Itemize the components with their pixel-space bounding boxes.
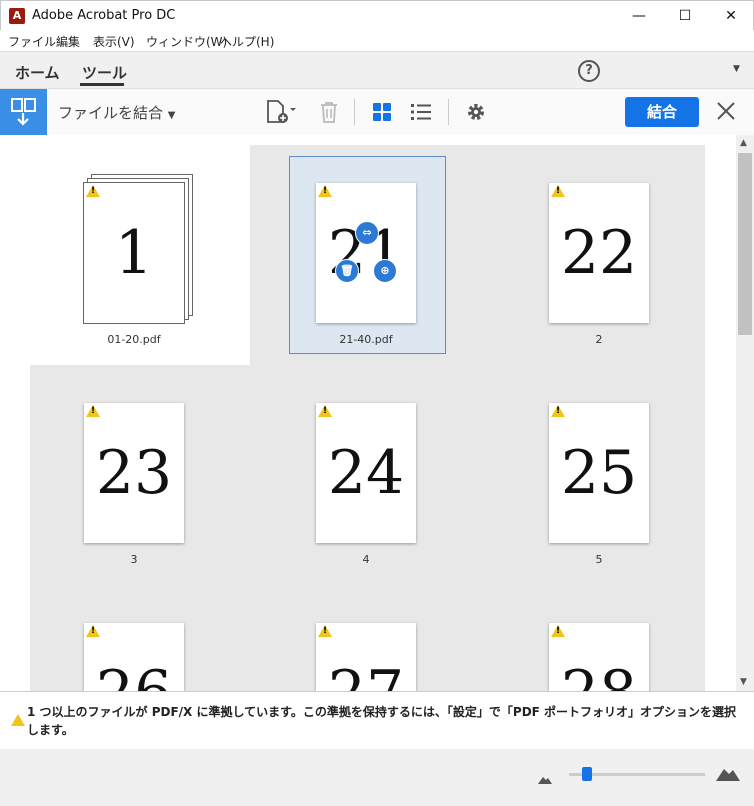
- file-caption: 21-40.pdf: [339, 333, 393, 346]
- file-thumbnail[interactable]: ! 1 01-20.pdf: [24, 150, 244, 370]
- toolbar-divider: [448, 99, 449, 125]
- page-thumbnail: ! 28: [549, 623, 649, 691]
- pdfx-warning-panel: 1 つ以上のファイルが PDF/X に準拠しています。この準拠を保持するには、「…: [0, 691, 754, 750]
- tab-bar: ホーム ツール ? ▼: [0, 51, 754, 89]
- page-number: 27: [316, 653, 416, 691]
- combine-files-dropdown[interactable]: ファイルを結合 ▼: [58, 102, 176, 123]
- page-number: 28: [549, 653, 649, 691]
- file-thumbnail[interactable]: ! 21 ⇔ 🗑 ⊕ 21-40.pdf: [256, 150, 476, 370]
- combine-toolbar: ファイルを結合 ▼ 結合: [0, 88, 754, 136]
- status-bar: [0, 749, 754, 806]
- page-thumbnail: ! 25: [549, 403, 649, 543]
- page-thumbnail: ! 26: [84, 623, 184, 691]
- gear-icon[interactable]: [463, 98, 491, 126]
- page-thumbnail: ! 1: [84, 183, 184, 323]
- active-tab-indicator: [80, 83, 124, 86]
- zoom-in-icon[interactable]: ⊕: [373, 259, 397, 283]
- grid-view-icon[interactable]: [369, 98, 397, 126]
- warning-icon: !: [86, 405, 100, 417]
- file-caption: 2: [595, 333, 603, 346]
- page-thumbnail: ! 23: [84, 403, 184, 543]
- file-thumbnail[interactable]: ! 24 4: [256, 370, 476, 590]
- window-title: Adobe Acrobat Pro DC: [32, 8, 176, 23]
- page-number: 23: [95, 438, 173, 508]
- title-bar: A Adobe Acrobat Pro DC — ☐ ✕: [0, 0, 754, 31]
- warning-icon: !: [551, 185, 565, 197]
- menu-edit[interactable]: 編集: [56, 33, 80, 50]
- page-thumbnail: ! 21 ⇔ 🗑 ⊕: [316, 183, 416, 323]
- warning-icon: !: [551, 625, 565, 637]
- trash-icon[interactable]: [315, 98, 343, 126]
- file-thumbnail[interactable]: ! 26: [24, 590, 244, 691]
- warning-icon: !: [318, 185, 332, 197]
- file-caption: 5: [595, 553, 603, 566]
- warning-icon: !: [318, 625, 332, 637]
- acrobat-logo-icon: A: [9, 8, 25, 24]
- warning-icon: !: [551, 405, 565, 417]
- trash-icon[interactable]: 🗑: [335, 259, 359, 283]
- page-thumbnail: ! 27: [316, 623, 416, 691]
- warning-icon: !: [86, 185, 100, 197]
- tab-tools[interactable]: ツール: [82, 62, 127, 83]
- page-number: 22: [560, 218, 638, 288]
- chevron-down-icon[interactable]: ▼: [733, 64, 740, 74]
- file-caption: 01-20.pdf: [107, 333, 161, 346]
- file-caption: 4: [362, 553, 370, 566]
- merge-button[interactable]: 結合: [625, 97, 699, 127]
- file-caption: 3: [130, 553, 138, 566]
- page-number: 25: [560, 438, 638, 508]
- tab-home[interactable]: ホーム: [15, 62, 60, 83]
- menu-window[interactable]: ウィンドウ(W): [146, 33, 227, 50]
- scroll-up-icon[interactable]: ▲: [740, 138, 747, 148]
- warning-icon: !: [318, 405, 332, 417]
- menu-file[interactable]: ファイル: [8, 33, 56, 50]
- close-window-button[interactable]: ✕: [708, 1, 754, 31]
- warning-icon: !: [86, 625, 100, 637]
- caret-down-icon: ▼: [167, 110, 176, 121]
- add-file-icon[interactable]: [264, 98, 296, 126]
- file-thumbnail[interactable]: ! 27: [256, 590, 476, 691]
- thumbnail-area: ! 1 01-20.pdf ! 21 ⇔ 🗑 ⊕ 21-40.pdf ! 22 …: [0, 135, 754, 691]
- file-thumbnail[interactable]: ! 25 5: [489, 370, 709, 590]
- expand-pages-icon[interactable]: ⇔: [355, 221, 379, 245]
- page-number: 26: [84, 653, 184, 691]
- scroll-down-icon[interactable]: ▼: [740, 677, 747, 687]
- menu-help[interactable]: ヘルプ(H): [220, 33, 274, 50]
- page-thumbnail: ! 22: [549, 183, 649, 323]
- menu-view[interactable]: 表示(V): [93, 33, 135, 50]
- minimize-button[interactable]: —: [616, 1, 662, 31]
- page-number: 24: [327, 438, 405, 508]
- file-thumbnail[interactable]: ! 23 3: [24, 370, 244, 590]
- close-icon[interactable]: [714, 99, 738, 123]
- combine-files-tool-icon[interactable]: [0, 89, 47, 135]
- pdfx-warning-message: 1 つ以上のファイルが PDF/X に準拠しています。この準拠を保持するには、「…: [27, 705, 737, 737]
- scrollbar-thumb[interactable]: [738, 153, 752, 335]
- zoom-slider-thumb[interactable]: [581, 767, 592, 781]
- list-view-icon[interactable]: [408, 98, 436, 126]
- page-number: 1: [114, 218, 154, 288]
- page-thumbnail: ! 24: [316, 403, 416, 543]
- maximize-button[interactable]: ☐: [662, 1, 708, 31]
- combine-files-label: ファイルを結合: [58, 104, 164, 122]
- zoom-out-icon[interactable]: [538, 769, 552, 788]
- toolbar-divider: [354, 99, 355, 125]
- warning-icon: [11, 714, 25, 726]
- file-thumbnail[interactable]: ! 22 2: [489, 150, 709, 370]
- file-thumbnail[interactable]: ! 28: [489, 590, 709, 691]
- menu-bar: ファイル 編集 表示(V) ウィンドウ(W) ヘルプ(H): [0, 30, 754, 51]
- help-icon[interactable]: ?: [578, 60, 600, 82]
- zoom-in-icon[interactable]: [716, 765, 740, 785]
